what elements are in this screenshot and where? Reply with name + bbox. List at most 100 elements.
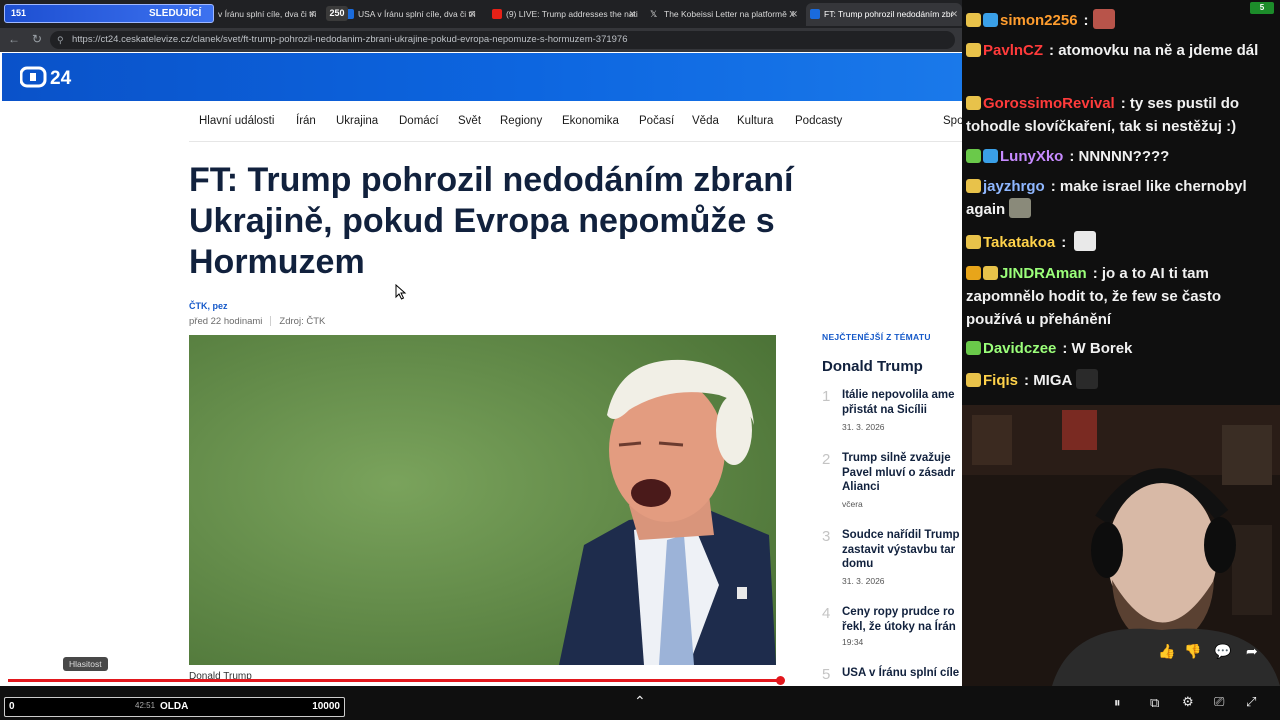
screen: v Íránu splní cíle, dva či tři ✕ USA v Í… [0, 0, 1280, 720]
nav-regiony[interactable]: Regiony [500, 115, 542, 127]
following-label: SLEDUJÍCÍ [149, 8, 202, 19]
chat-text: MIGA [1033, 372, 1073, 389]
tab-title: (9) LIVE: Trump addresses the nati [506, 9, 638, 19]
related-item-number: 2 [822, 451, 831, 468]
trump-photo-illustration [189, 335, 776, 665]
settings-gear-icon[interactable]: ⚙ [1182, 694, 1194, 710]
chat-username[interactable]: Davidczee [983, 340, 1056, 357]
pause-small-icon[interactable]: ⏸ [1114, 695, 1121, 711]
tab-3[interactable]: (9) LIVE: Trump addresses the nati ✕ [488, 3, 640, 26]
share-icon[interactable]: ➦ [1246, 643, 1258, 660]
sub-badge-icon [966, 373, 981, 387]
chat-username[interactable]: PavlnCZ [983, 42, 1043, 59]
nav-ekonomika[interactable]: Ekonomika [562, 115, 619, 127]
article-time: před 22 hodinami [189, 316, 263, 327]
close-icon[interactable]: ✕ [468, 3, 476, 26]
chat-username[interactable]: GorossimoRevival [983, 95, 1115, 112]
chat-colon: : [1120, 95, 1130, 112]
chat-username[interactable]: LunyXko [1000, 148, 1063, 165]
goal-target: 10000 [312, 701, 340, 712]
mouse-cursor-icon [395, 284, 407, 300]
x-favicon-icon: 𝕏 [650, 9, 658, 19]
nav-svet[interactable]: Svět [458, 115, 481, 127]
subtitles-icon[interactable]: ⧉ [1150, 695, 1159, 711]
related-topic-title[interactable]: Donald Trump [822, 358, 923, 375]
video-progress-bar[interactable] [8, 676, 961, 685]
sub-badge-icon [966, 149, 981, 163]
chat-username[interactable]: jayzhrgo [983, 178, 1045, 195]
goal-current: 0 [9, 701, 15, 712]
related-item-date: 31. 3. 2026 [842, 422, 885, 432]
chat-message: Takatakoa: [966, 231, 1276, 254]
youtube-favicon-icon [492, 9, 502, 19]
tab-title: FT: Trump pohrozil nedodáním zbr [824, 9, 954, 19]
close-icon[interactable]: ✕ [790, 3, 798, 26]
nav-veda[interactable]: Věda [692, 115, 719, 127]
nav-podcasty[interactable]: Podcasty [795, 115, 842, 127]
article-byline[interactable]: ČTK, pez [189, 301, 228, 311]
chat-username[interactable]: Takatakoa [983, 234, 1055, 251]
close-icon[interactable]: ✕ [308, 3, 316, 26]
related-item-title: Ceny ropy prudce ro řekl, že útoky na Ír… [842, 606, 956, 633]
wave-emote-icon [1074, 231, 1097, 251]
chat-message: PavlnCZ: atomovku na ně a jdeme dál [966, 39, 1276, 62]
chat-message: jayzhrgo: make israel like chernobyl aga… [966, 175, 1276, 221]
related-item-title: Itálie nepovolila ame přistát na Sicílii [842, 389, 955, 416]
chat-message: Fiqis: MIGA [966, 369, 1276, 392]
nav-kultura[interactable]: Kultura [737, 115, 773, 127]
goal-timer: 42:51 [135, 701, 156, 710]
ct24-logo[interactable]: 24 [20, 65, 80, 89]
chat-colon: : [1050, 178, 1060, 195]
crown-badge-icon [966, 266, 981, 280]
thumbs-up-icon[interactable]: 👍 [1158, 643, 1175, 660]
nav-hlavni-udalosti[interactable]: Hlavní události [199, 115, 274, 127]
address-bar: ← ↻ ⚲ https://ct24.ceskatelevize.cz/clan… [0, 28, 962, 52]
chat-username[interactable]: JINDRAman [1000, 265, 1087, 282]
chat-message: LunyXko: NNNNN???? [966, 145, 1276, 168]
tab-5-active[interactable]: FT: Trump pohrozil nedodáním zbr ✕ [806, 3, 962, 26]
chat-colon: : [1062, 340, 1072, 357]
cast-icon[interactable]: ⎚ [1214, 694, 1224, 710]
tab-1[interactable]: v Íránu splní cíle, dva či tři ✕ [200, 3, 320, 26]
chat-message: simon2256: [966, 9, 1276, 32]
article-headline: FT: Trump pohrozil nedodáním zbraní Ukra… [189, 161, 794, 281]
article-meta: před 22 hodinami Zdroj: ČTK [189, 316, 325, 327]
fullscreen-icon[interactable]: ⤢ [1246, 694, 1256, 710]
logo-text: 24 [50, 68, 72, 89]
back-arrow-icon[interactable]: ← [8, 32, 20, 46]
article-photo[interactable] [189, 335, 776, 665]
reload-icon[interactable]: ↻ [32, 32, 42, 46]
comment-icon[interactable]: 💬 [1214, 643, 1231, 660]
sub-badge-icon [966, 96, 981, 110]
chat-username[interactable]: Fiqis [983, 372, 1018, 389]
related-articles: NEJČTENĚJŠÍ Z TÉMATU Donald Trump 1 Itál… [822, 330, 962, 686]
nav-iran[interactable]: Írán [296, 115, 316, 127]
thumbs-down-icon[interactable]: 👎 [1184, 643, 1201, 660]
progress-scrubber[interactable] [775, 676, 785, 685]
site-navigation: Hlavní události Írán Ukrajina Domácí Svě… [0, 102, 962, 142]
site-header: 24 [2, 53, 962, 101]
chat-colon: : [1083, 12, 1089, 29]
tab-2[interactable]: USA v Íránu splní cíle, dva či tři ✕ [340, 3, 480, 26]
close-icon[interactable]: ✕ [628, 3, 636, 26]
tab-title: v Íránu splní cíle, dva či tři [218, 9, 317, 19]
chevron-up-icon[interactable]: ⌃ [634, 693, 646, 710]
viewer-count: 151 [11, 8, 27, 18]
related-item-number: 1 [822, 388, 831, 405]
chat-username[interactable]: simon2256 [1000, 12, 1078, 29]
nav-domaci[interactable]: Domácí [399, 115, 439, 127]
sub-badge-icon [966, 43, 981, 57]
nav-sport[interactable]: Spo [943, 115, 962, 127]
related-kicker: NEJČTENĚJŠÍ Z TÉMATU [822, 332, 931, 342]
nav-ukrajina[interactable]: Ukrajina [336, 115, 378, 127]
nav-pocasi[interactable]: Počasí [639, 115, 674, 127]
related-item-date: 31. 3. 2026 [842, 576, 885, 586]
url-field[interactable]: ⚲ https://ct24.ceskatelevize.cz/clanek/s… [50, 31, 955, 49]
close-icon[interactable]: ✕ [950, 3, 958, 26]
site-info-icon[interactable]: ⚲ [57, 31, 64, 49]
related-item-number: 3 [822, 528, 831, 545]
chat-message: JINDRAman: jo a to AI ti tam zapomnělo h… [966, 262, 1276, 331]
chat-colon: : [1069, 148, 1079, 165]
chat-colon: : [1024, 372, 1034, 389]
tab-4[interactable]: 𝕏 The Kobeissi Letter na platformě X ✕ [646, 3, 802, 26]
